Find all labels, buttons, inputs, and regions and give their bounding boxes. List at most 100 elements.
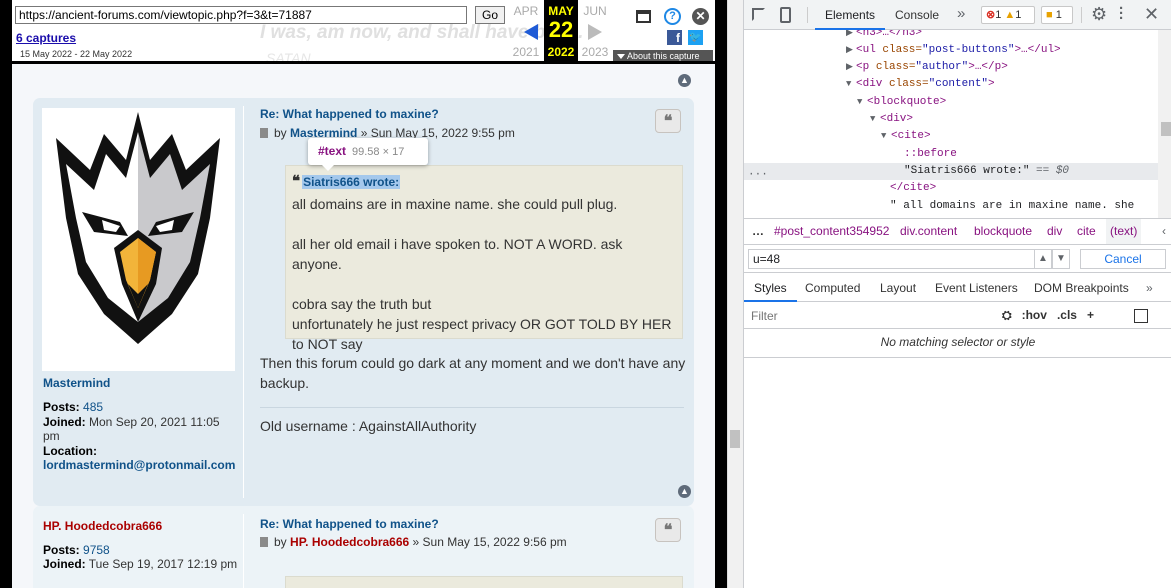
dom-node-h3[interactable]: ▶ <h3>…</h3>	[846, 30, 922, 42]
breadcrumb-item[interactable]: #post_content354952	[770, 219, 893, 244]
dom-node-selected-text[interactable]: "Siatris666 wrote:" == $0	[744, 163, 1158, 180]
quote-button[interactable]: ❝	[655, 109, 681, 133]
captures-link[interactable]: 6 captures	[16, 31, 76, 45]
search-prev-icon[interactable]: ▲	[1034, 249, 1052, 269]
dom-search-bar: ▲ ▼ Cancel	[744, 245, 1171, 273]
joined-label: Joined:	[43, 415, 86, 429]
dom-node-cite-close[interactable]: </cite>	[890, 180, 936, 197]
quote-button[interactable]: ❝	[655, 518, 681, 542]
postbody-separator	[243, 514, 244, 588]
profile-username[interactable]: HP. Hoodedcobra666	[43, 519, 162, 533]
collapse-arrow-icon[interactable]: ▼	[870, 111, 880, 128]
breadcrumb-item[interactable]: blockquote	[970, 219, 1036, 244]
issues-icon: ■	[1046, 9, 1053, 21]
posts-count-link[interactable]: 9758	[83, 543, 110, 557]
more-tabs-icon[interactable]: »	[957, 0, 965, 28]
settings-gear-icon[interactable]: ⚙	[1091, 4, 1107, 25]
blockquote: ❝ Siatris666 wrote: all domains are in ma…	[285, 165, 683, 352]
tab-layout[interactable]: Layout	[870, 276, 926, 302]
background-text-2: SATAN	[266, 50, 311, 64]
facebook-icon[interactable]: f	[667, 30, 682, 45]
more-subtabs-icon[interactable]: »	[1146, 276, 1153, 300]
issues-badge[interactable]: ■ 1	[1041, 6, 1073, 24]
tab-elements[interactable]: Elements	[815, 0, 886, 30]
post-title-link[interactable]: Re: What happened to maxine?	[260, 517, 439, 531]
collapse-window-icon[interactable]	[636, 10, 651, 23]
back-to-top-icon[interactable]: ▲	[678, 485, 691, 498]
page-scrollbar[interactable]	[727, 0, 743, 588]
search-next-icon[interactable]: ▼	[1052, 249, 1070, 269]
cls-toggle[interactable]: .cls	[1057, 308, 1077, 322]
back-to-top-icon[interactable]: ▲	[678, 74, 691, 87]
dom-scrollbar-thumb[interactable]	[1161, 122, 1171, 136]
twitter-icon[interactable]: 🐦	[688, 30, 703, 45]
tooltip-size: 99.58 × 17	[352, 146, 405, 158]
dom-node-p[interactable]: ▶ <p class="author">…</p>	[846, 59, 1008, 76]
search-cancel-button[interactable]: Cancel	[1080, 249, 1166, 269]
hov-toggle[interactable]: :hov	[1022, 308, 1047, 322]
breadcrumb-overflow-icon[interactable]: …	[752, 219, 764, 244]
current-month-column: MAY 22 2022	[544, 0, 578, 61]
breadcrumb-item[interactable]: div	[1043, 219, 1066, 244]
post-title-link[interactable]: Re: What happened to maxine?	[260, 107, 439, 121]
breadcrumb-item[interactable]: cite	[1073, 219, 1100, 244]
tab-computed[interactable]: Computed	[795, 276, 870, 302]
dom-node-blockquote[interactable]: ▼ <blockquote>	[857, 94, 946, 111]
dom-tag: <h3>…</h3>	[856, 30, 923, 39]
avatar	[42, 108, 235, 371]
about-capture-button[interactable]: About this capture	[613, 50, 713, 61]
inspect-element-icon[interactable]	[752, 8, 765, 21]
dom-node-div-content[interactable]: ▼ <div class="content">	[846, 76, 995, 93]
location-label: Location:	[43, 444, 97, 458]
quote-author-link[interactable]: Siatris666 wrote:	[302, 175, 401, 189]
close-devtools-icon[interactable]: ✕	[1144, 4, 1159, 25]
help-icon[interactable]: ?	[664, 8, 681, 25]
prev-capture-arrow-icon[interactable]	[524, 24, 538, 40]
collapse-arrow-icon[interactable]: ▼	[857, 94, 867, 111]
dom-attr: class=	[882, 44, 923, 56]
breadcrumb-item[interactable]: (text)	[1106, 219, 1142, 244]
dom-search-input[interactable]	[748, 249, 1070, 269]
toggle-sidebar-icon[interactable]	[1134, 309, 1148, 323]
error-icon: ⊗	[986, 9, 996, 21]
styles-divider	[744, 357, 1171, 358]
posts-count-link[interactable]: 485	[83, 400, 103, 414]
author-link[interactable]: HP. Hoodedcobra666	[290, 535, 409, 549]
dom-node-div[interactable]: ▼ <div>	[870, 111, 913, 128]
styles-filter-input[interactable]	[748, 306, 990, 326]
post-document-icon[interactable]	[260, 128, 268, 138]
dom-node-cite[interactable]: ▼ <cite>	[881, 128, 931, 145]
dom-node-before[interactable]: ::before	[904, 146, 957, 163]
device-toolbar-icon[interactable]	[780, 7, 791, 23]
expand-arrow-icon[interactable]: ▶	[846, 59, 856, 76]
breadcrumb-scroll-icon[interactable]: ‹	[1162, 219, 1166, 244]
page-scrollbar-thumb[interactable]	[730, 430, 740, 448]
dom-node-text[interactable]: " all domains are in maxine name. she	[890, 198, 1134, 215]
quote-line-4: unfortunately he just respect privacy OR…	[292, 316, 672, 352]
error-warning-badge[interactable]: ⊗1 ▲1	[981, 6, 1035, 24]
tab-event-listeners[interactable]: Event Listeners	[925, 276, 1028, 302]
dom-node-ul[interactable]: ▶ <ul class="post-buttons">…</ul>	[846, 42, 1061, 59]
profile-username[interactable]: Mastermind	[43, 376, 110, 390]
no-match-message: No matching selector or style	[880, 335, 1036, 349]
new-rule-icon[interactable]: +	[1087, 308, 1094, 322]
expand-arrow-icon[interactable]: ▶	[846, 30, 856, 42]
expand-arrow-icon[interactable]: ▶	[846, 42, 856, 59]
collapse-arrow-icon[interactable]: ▼	[846, 76, 856, 93]
collapse-arrow-icon[interactable]: ▼	[881, 128, 891, 145]
post-document-icon[interactable]	[260, 537, 268, 547]
wayback-go-button[interactable]: Go	[475, 6, 505, 24]
dom-tree: ▶ <h3>…</h3> ▶ <ul class="post-buttons">…<…	[744, 30, 1171, 218]
tab-dom-breakpoints[interactable]: DOM Breakpoints	[1024, 276, 1139, 302]
tab-console[interactable]: Console	[885, 0, 949, 30]
close-icon[interactable]: ✕	[692, 8, 709, 25]
inspect-tooltip: #text 99.58 × 17	[308, 138, 428, 171]
dom-node-actions-icon[interactable]: ···	[748, 167, 768, 184]
breadcrumb-item[interactable]: div.content	[896, 219, 961, 244]
tab-styles[interactable]: Styles	[744, 276, 797, 302]
wayback-url-input[interactable]	[15, 6, 467, 24]
more-options-icon[interactable]: · · ·	[1119, 1, 1124, 26]
posts-label: Posts:	[43, 400, 80, 414]
next-capture-arrow-icon[interactable]	[588, 24, 602, 40]
paint-icon[interactable]: ⛭	[1002, 308, 1012, 322]
